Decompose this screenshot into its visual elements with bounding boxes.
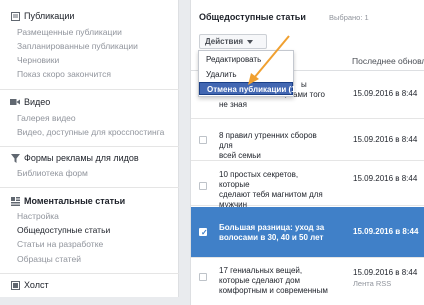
sidebar-section-canvas[interactable]: Холст	[10, 279, 49, 291]
sidebar-item-scheduled[interactable]: Запланированные публикации	[17, 41, 138, 52]
sidebar-item-crosspost-videos[interactable]: Видео, доступные для кросспостинга	[17, 127, 164, 138]
sidebar-section-label: Формы рекламы для лидов	[24, 153, 139, 163]
sidebar: Публикации Размещенные публикации Заплан…	[0, 0, 179, 297]
actions-dropdown-button[interactable]: Действия	[199, 34, 267, 49]
sidebar-section-video[interactable]: Видео	[10, 96, 50, 108]
sidebar-item-forms-library[interactable]: Библиотека форм	[17, 168, 88, 179]
video-camera-icon	[10, 97, 20, 107]
actions-dropdown-menu: Редактировать Удалить Отмена публикации …	[198, 50, 298, 97]
article-title[interactable]: 8 правил утренних сборов для всей семьи	[219, 131, 329, 161]
table-row-selected[interactable]: ✓ Большая разница: уход за волосами в 30…	[191, 207, 424, 258]
sidebar-section-lead-forms[interactable]: Формы рекламы для лидов	[10, 152, 139, 164]
sidebar-item-dev-articles[interactable]: Статьи на разработке	[17, 239, 103, 250]
article-title[interactable]: 17 гениальных вещей, которые сделают дом…	[219, 266, 329, 296]
instant-articles-icon	[10, 196, 20, 206]
sidebar-section-instant-articles[interactable]: Моментальные статьи	[10, 195, 125, 207]
page-title: Общедоступные статьи	[199, 12, 306, 22]
article-source: Лента RSS	[353, 279, 392, 288]
chevron-down-icon	[247, 39, 254, 44]
sidebar-section-label: Публикации	[24, 11, 75, 21]
article-title[interactable]: Большая разница: уход за волосами в 30, …	[219, 223, 329, 243]
sidebar-section-label: Моментальные статьи	[24, 196, 126, 206]
sidebar-item-sample-articles[interactable]: Образцы статей	[17, 254, 81, 265]
table-row[interactable]: ✓ 8 правил утренних сборов для всей семь…	[191, 119, 424, 161]
funnel-icon	[10, 153, 20, 163]
row-checkbox[interactable]: ✓	[199, 136, 207, 144]
divider	[0, 89, 179, 90]
article-date: 15.09.2016 в 8:44	[353, 227, 419, 236]
article-date: 15.09.2016 в 8:44	[353, 89, 418, 98]
article-date: 15.09.2016 в 8:44	[353, 268, 418, 277]
checkmark-icon: ✓	[201, 228, 208, 237]
sidebar-item-video-gallery[interactable]: Галерея видео	[17, 113, 76, 124]
canvas-icon	[10, 280, 20, 290]
articles-panel: Общедоступные статьи Выбрано: 1 Действия…	[190, 0, 424, 305]
sidebar-item-public-articles[interactable]: Общедоступные статьи	[17, 225, 110, 236]
menu-item-edit[interactable]: Редактировать	[199, 53, 293, 66]
table-row[interactable]: ✓ 17 гениальных вещей, которые сделают д…	[191, 258, 424, 305]
divider	[0, 273, 179, 274]
column-header-last-updated[interactable]: Последнее обновлен	[352, 56, 424, 66]
publications-icon	[10, 11, 20, 21]
table-row[interactable]: ✓ 10 простых секретов, которые сделают т…	[191, 161, 424, 209]
article-date: 15.09.2016 в 8:44	[353, 135, 418, 144]
menu-item-unpublish[interactable]: Отмена публикации (1)	[199, 82, 298, 95]
menu-item-delete[interactable]: Удалить	[199, 68, 293, 81]
actions-label: Действия	[205, 37, 244, 46]
sidebar-item-settings[interactable]: Настройка	[17, 211, 59, 222]
sidebar-item-posted[interactable]: Размещенные публикации	[17, 27, 122, 38]
divider	[0, 187, 179, 188]
row-checkbox[interactable]: ✓	[199, 273, 207, 281]
sidebar-section-label: Холст	[24, 280, 49, 290]
sidebar-item-expiring[interactable]: Показ скоро закончится	[17, 69, 111, 80]
selected-count: Выбрано: 1	[329, 13, 369, 22]
article-title[interactable]: 10 простых секретов, которые сделают теб…	[219, 170, 329, 210]
sidebar-item-drafts[interactable]: Черновики	[17, 55, 59, 66]
divider	[0, 146, 179, 147]
row-checkbox-checked[interactable]: ✓	[199, 228, 208, 237]
row-checkbox[interactable]: ✓	[199, 182, 207, 190]
article-date: 15.09.2016 в 8:44	[353, 174, 418, 183]
sidebar-section-publications[interactable]: Публикации	[10, 10, 74, 22]
sidebar-section-label: Видео	[24, 97, 51, 107]
